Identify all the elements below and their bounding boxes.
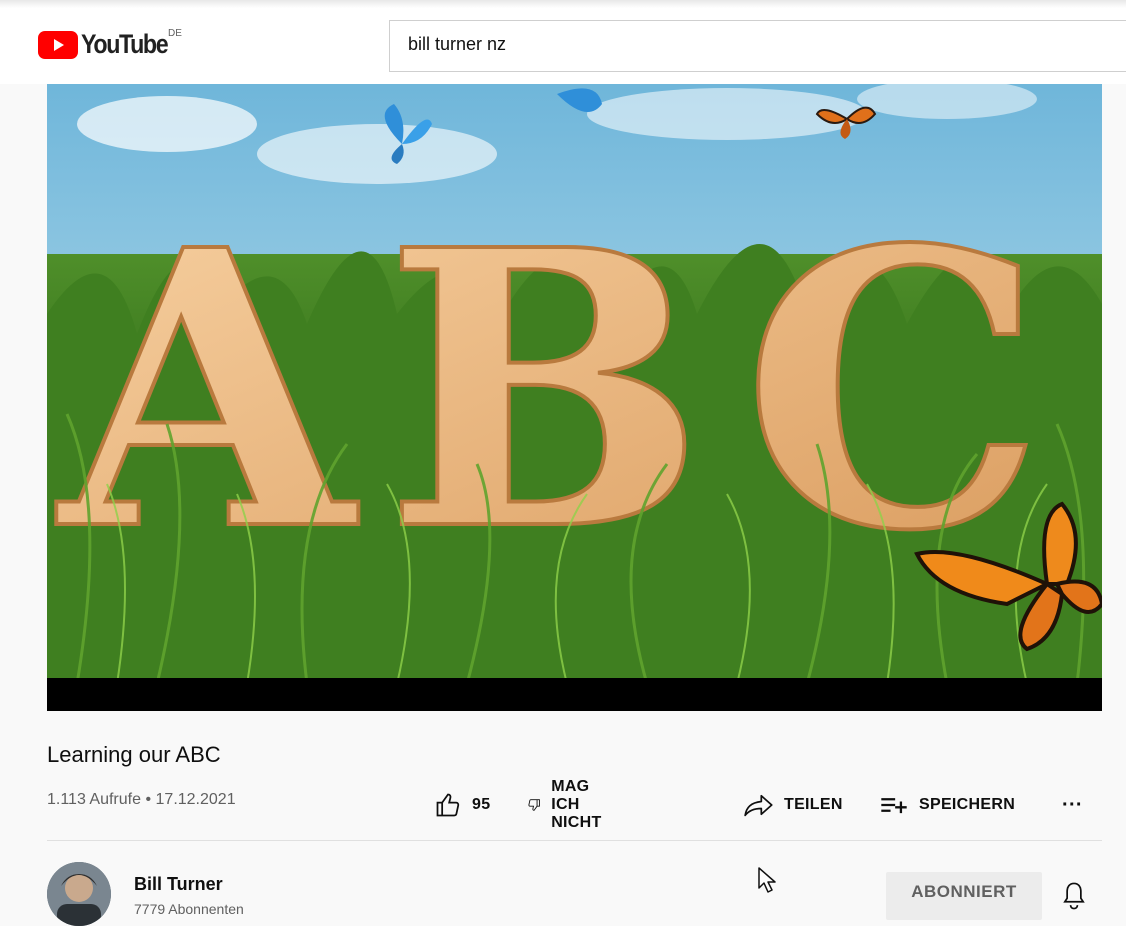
window-edge-shadow — [0, 0, 1126, 8]
view-count: 1.113 Aufrufe — [47, 791, 141, 808]
dislike-button[interactable]: MAG ICH NICHT — [527, 778, 615, 831]
subscribed-button[interactable]: ABONNIERT — [886, 872, 1042, 920]
share-arrow-icon — [744, 794, 773, 817]
notification-bell-button[interactable] — [1060, 880, 1088, 917]
logo-text: YouTube — [81, 29, 169, 59]
dislike-label: MAG ICH NICHT — [551, 778, 602, 831]
meta-separator: • — [145, 791, 152, 808]
like-button[interactable]: 95 — [434, 788, 490, 822]
playlist-add-icon — [881, 798, 907, 814]
divider — [47, 840, 1102, 841]
bell-icon — [1063, 882, 1085, 910]
avatar[interactable] — [47, 862, 111, 926]
video-thumbnail: ABC — [47, 84, 1102, 711]
youtube-play-icon — [38, 31, 78, 59]
region-code: DE — [168, 28, 182, 39]
mouse-pointer-icon — [757, 866, 779, 899]
youtube-logo[interactable]: YouTube — [38, 26, 181, 62]
top-bar: YouTube DE bill turner nz — [0, 0, 1126, 84]
channel-name[interactable]: Bill Turner — [134, 874, 223, 895]
subscriber-count: 7779 Abonnenten — [134, 901, 244, 917]
share-label: TEILEN — [784, 796, 843, 813]
thumbnail-letters: ABC — [53, 167, 1074, 614]
search-input[interactable]: bill turner nz — [389, 20, 1126, 72]
video-meta: 1.113 Aufrufe • 17.12.2021 — [47, 791, 236, 809]
thumbs-down-icon — [528, 799, 540, 811]
avatar-image — [47, 862, 111, 926]
like-count: 95 — [472, 796, 491, 813]
video-title: Learning our ABC — [47, 742, 221, 767]
share-button[interactable]: TEILEN — [744, 788, 843, 822]
search-query-text: bill turner nz — [408, 34, 507, 54]
thumbs-up-icon — [436, 793, 460, 817]
save-button[interactable]: SPEICHERN — [879, 788, 1015, 822]
publish-date: 17.12.2021 — [155, 791, 236, 808]
more-icon: ··· — [1062, 793, 1083, 816]
subscribed-label: ABONNIERT — [911, 882, 1017, 901]
save-label: SPEICHERN — [919, 796, 1016, 813]
more-actions-button[interactable]: ··· — [1062, 788, 1083, 822]
video-player[interactable]: ABC — [47, 84, 1102, 711]
